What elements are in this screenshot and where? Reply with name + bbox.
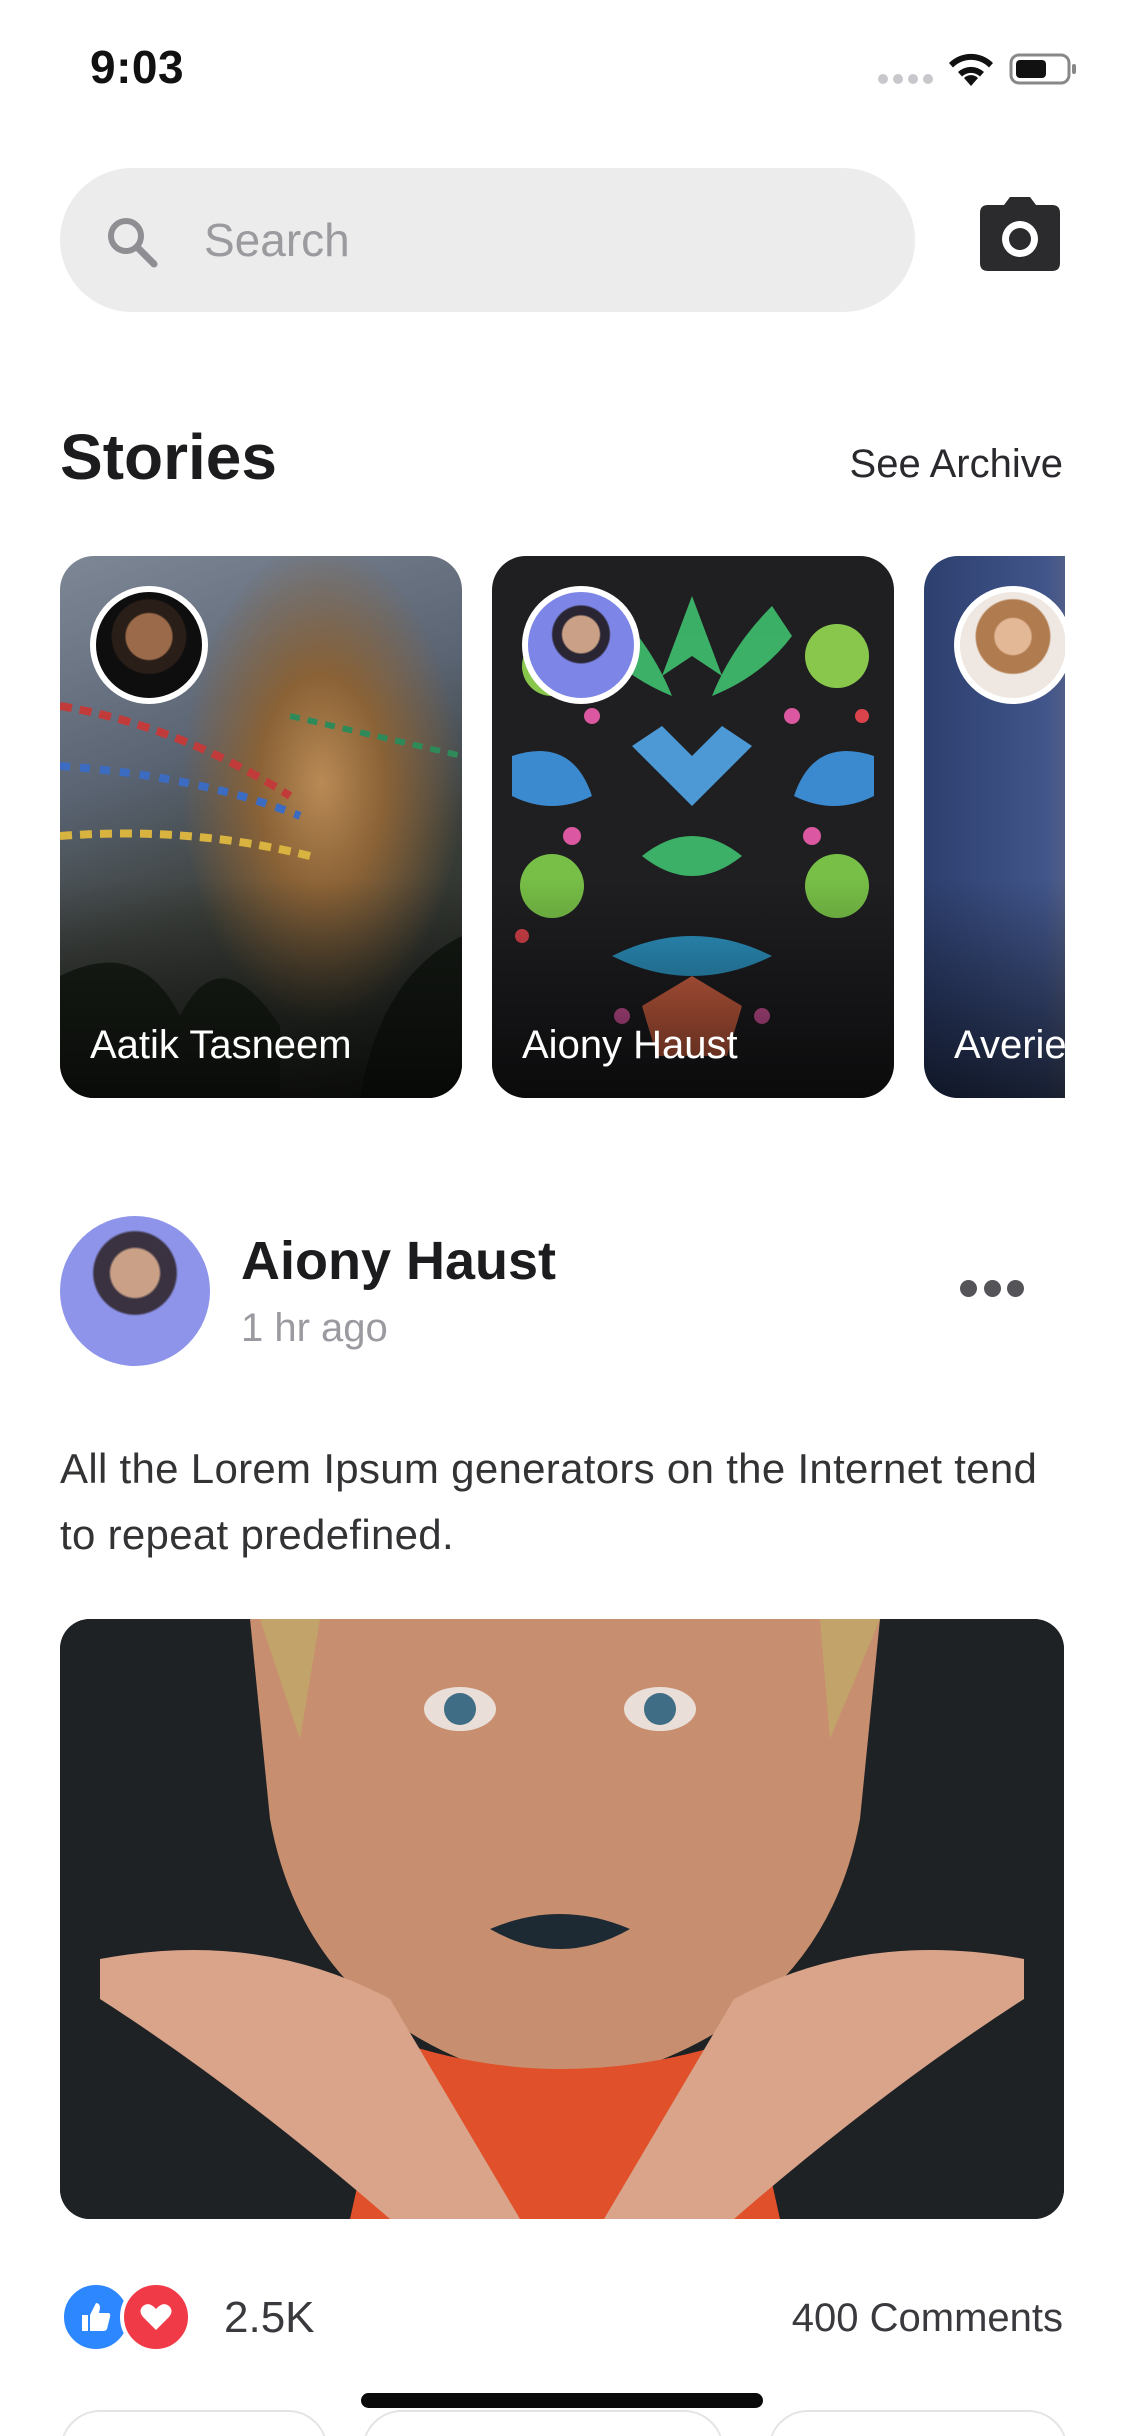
reactions[interactable] bbox=[60, 2281, 200, 2353]
comment-button[interactable] bbox=[362, 2410, 724, 2436]
reaction-count[interactable]: 2.5K bbox=[224, 2293, 315, 2343]
post-image[interactable] bbox=[60, 1619, 1064, 2219]
wifi-icon bbox=[949, 53, 993, 86]
story-name: Averie bbox=[954, 1023, 1065, 1067]
stories-title: Stories bbox=[60, 421, 277, 493]
post-text: All the Lorem Ipsum generators on the In… bbox=[60, 1445, 1038, 1558]
like-button[interactable] bbox=[60, 2410, 328, 2436]
story-name: Aatik Tasneem bbox=[90, 1023, 352, 1067]
status-bar: 9:03 bbox=[0, 0, 1125, 140]
story-card[interactable]: Aiony Haust bbox=[492, 556, 894, 1098]
post-author-avatar[interactable] bbox=[60, 1216, 210, 1366]
post-timestamp: 1 hr ago bbox=[241, 1306, 388, 1350]
battery-icon bbox=[1009, 53, 1076, 85]
home-indicator[interactable] bbox=[361, 2393, 763, 2408]
status-time: 9:03 bbox=[90, 41, 185, 93]
story-card[interactable]: Averie bbox=[924, 556, 1065, 1098]
comments-count[interactable]: 400 Comments bbox=[792, 2296, 1063, 2341]
camera-icon[interactable] bbox=[980, 197, 1060, 271]
story-name: Aiony Haust bbox=[522, 1023, 738, 1067]
search-input[interactable] bbox=[204, 168, 884, 312]
stories-carousel[interactable]: Aatik Tasneem Aiony Haust Averie bbox=[60, 556, 1065, 1098]
cellular-signal-icon bbox=[878, 74, 934, 84]
avatar bbox=[522, 586, 640, 704]
story-card[interactable]: Aatik Tasneem bbox=[60, 556, 462, 1098]
heart-icon bbox=[120, 2281, 192, 2353]
see-archive-link[interactable]: See Archive bbox=[850, 442, 1063, 487]
avatar bbox=[90, 586, 208, 704]
post-author-name[interactable]: Aiony Haust bbox=[241, 1230, 556, 1292]
share-button[interactable] bbox=[768, 2410, 1068, 2436]
more-icon[interactable] bbox=[960, 1280, 1024, 1300]
avatar bbox=[954, 586, 1065, 704]
portrait-photo bbox=[60, 1619, 1064, 2219]
search-bar[interactable] bbox=[60, 168, 915, 312]
search-icon bbox=[108, 218, 158, 268]
